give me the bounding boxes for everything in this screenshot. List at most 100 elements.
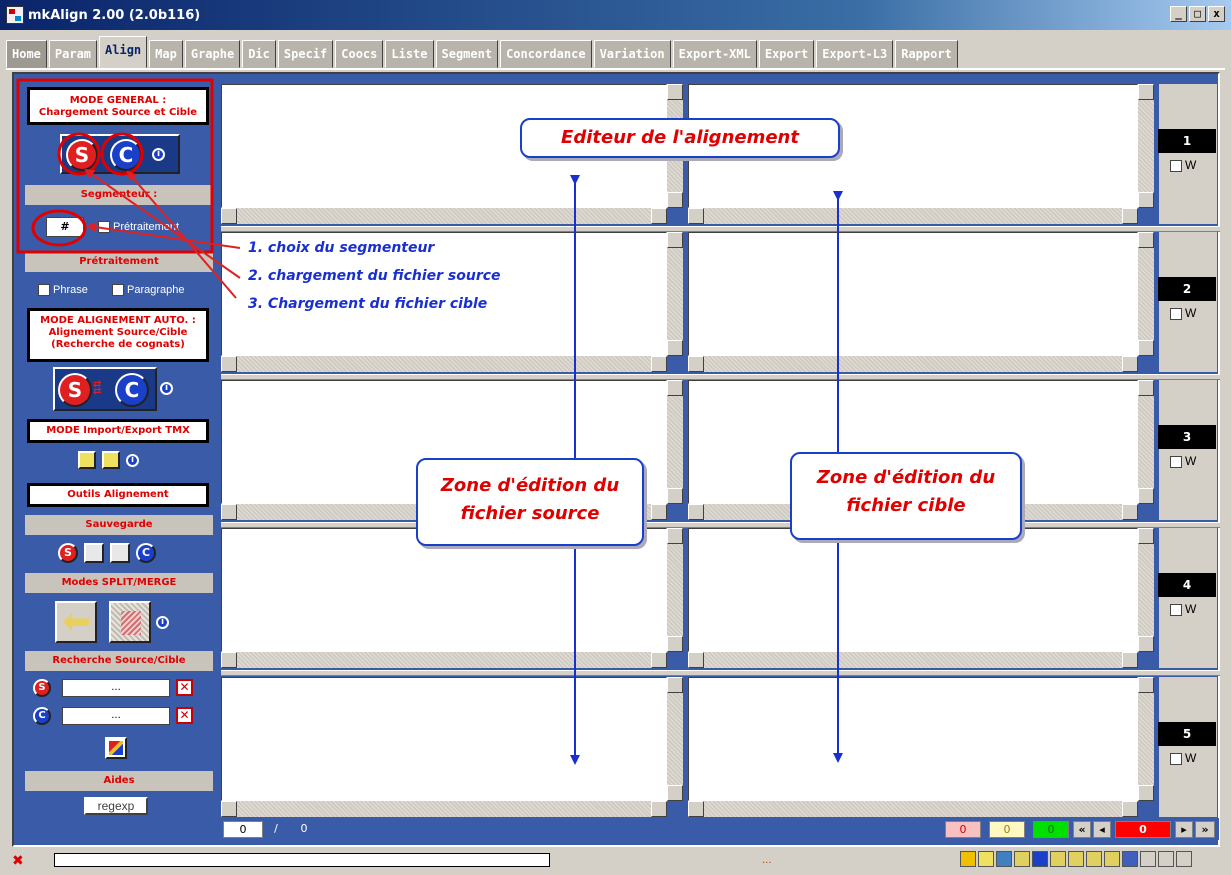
w-checkbox-box[interactable] xyxy=(1170,159,1182,172)
scroll-up-icon[interactable] xyxy=(1138,528,1154,544)
save-edit-icon[interactable] xyxy=(84,543,104,563)
paragraphe-checkbox-box[interactable] xyxy=(112,284,124,297)
scroll-down-icon[interactable] xyxy=(1138,192,1154,208)
scroll-up-icon[interactable] xyxy=(1138,232,1154,248)
scroll-right-icon[interactable] xyxy=(1122,801,1138,817)
paragraphe-checkbox[interactable]: Paragraphe xyxy=(112,284,185,297)
tab-export-xml[interactable]: Export-XML xyxy=(672,40,757,68)
globe-icon[interactable] xyxy=(1032,851,1048,867)
close-button[interactable]: x xyxy=(1208,6,1225,22)
save-target-button[interactable]: C xyxy=(136,543,156,563)
tab-param[interactable]: Param xyxy=(48,40,98,68)
tab-graphe[interactable]: Graphe xyxy=(184,40,241,68)
tab-segment[interactable]: Segment xyxy=(435,40,499,68)
target-vertical-scrollbar-2[interactable] xyxy=(1138,232,1154,356)
add-icon[interactable] xyxy=(960,851,976,867)
load-source-button[interactable]: S xyxy=(66,139,98,171)
scroll-down-icon[interactable] xyxy=(667,636,683,652)
tab-variation[interactable]: Variation xyxy=(593,40,671,68)
title-bar[interactable]: mkAlign 2.00 (2.0b116) _ □ x xyxy=(0,0,1231,30)
about-icon[interactable] xyxy=(1158,851,1174,867)
target-editor-4[interactable] xyxy=(688,528,1138,652)
scroll-right-icon[interactable] xyxy=(651,356,667,372)
w-checkbox-box[interactable] xyxy=(1170,307,1182,320)
tab-export[interactable]: Export xyxy=(758,40,815,68)
import-icon[interactable] xyxy=(1068,851,1084,867)
row-w-checkbox[interactable]: W xyxy=(1170,751,1196,765)
clear-source-search-button[interactable]: ✕ xyxy=(176,679,193,696)
scroll-down-icon[interactable] xyxy=(667,340,683,356)
row-w-checkbox[interactable]: W xyxy=(1170,602,1196,616)
scroll-left-icon[interactable] xyxy=(221,652,237,668)
target-vertical-scrollbar-4[interactable] xyxy=(1138,528,1154,652)
scroll-left-icon[interactable] xyxy=(688,356,704,372)
scroll-down-icon[interactable] xyxy=(1138,785,1154,801)
last-segment-button[interactable]: » xyxy=(1195,821,1215,838)
scroll-left-icon[interactable] xyxy=(221,356,237,372)
scroll-right-icon[interactable] xyxy=(1122,208,1138,224)
source-vertical-scrollbar-3[interactable] xyxy=(667,380,683,504)
source-horizontal-scrollbar-4[interactable] xyxy=(221,652,667,668)
current-segment-field[interactable]: 0 xyxy=(223,821,263,838)
source-vertical-scrollbar-2[interactable] xyxy=(667,232,683,356)
scroll-right-icon[interactable] xyxy=(1122,356,1138,372)
scroll-left-icon[interactable] xyxy=(688,208,704,224)
prev-segment-button[interactable]: ◂ xyxy=(1093,821,1111,838)
pretraitement-checkbox[interactable]: Prétraitement xyxy=(98,221,179,234)
scroll-up-icon[interactable] xyxy=(1138,677,1154,693)
scroll-left-icon[interactable] xyxy=(221,801,237,817)
source-editor-5[interactable] xyxy=(221,677,667,801)
source-horizontal-scrollbar-3[interactable] xyxy=(221,504,667,520)
source-vertical-scrollbar-5[interactable] xyxy=(667,677,683,801)
maximize-button[interactable]: □ xyxy=(1189,6,1206,22)
row-w-checkbox[interactable]: W xyxy=(1170,306,1196,320)
load-target-button[interactable]: C xyxy=(110,139,142,171)
row-w-checkbox[interactable]: W xyxy=(1170,158,1196,172)
tab-map[interactable]: Map xyxy=(149,40,183,68)
source-horizontal-scrollbar-5[interactable] xyxy=(221,801,667,817)
scroll-down-icon[interactable] xyxy=(667,488,683,504)
source-editor-1[interactable] xyxy=(221,84,667,208)
tmx-import-icon[interactable] xyxy=(78,451,96,469)
merge-mode-button[interactable] xyxy=(109,601,151,643)
target-horizontal-scrollbar-1[interactable] xyxy=(688,208,1138,224)
scroll-up-icon[interactable] xyxy=(667,84,683,100)
align-icon[interactable] xyxy=(996,851,1012,867)
scroll-left-icon[interactable] xyxy=(688,652,704,668)
scroll-right-icon[interactable] xyxy=(651,801,667,817)
first-segment-button[interactable]: « xyxy=(1073,821,1091,838)
scroll-up-icon[interactable] xyxy=(667,232,683,248)
scroll-down-icon[interactable] xyxy=(667,785,683,801)
target-editor-1[interactable] xyxy=(688,84,1138,208)
next-segment-button[interactable]: ▸ xyxy=(1175,821,1193,838)
auto-align-button[interactable]: S ⇄ ⇄ C xyxy=(53,367,157,411)
w-checkbox-box[interactable] xyxy=(1170,752,1182,765)
refresh-icon[interactable] xyxy=(1122,851,1138,867)
scroll-left-icon[interactable] xyxy=(221,504,237,520)
source-horizontal-scrollbar-2[interactable] xyxy=(221,356,667,372)
phrase-checkbox-box[interactable] xyxy=(38,284,50,297)
pretraitement-checkbox-box[interactable] xyxy=(98,221,110,234)
scroll-right-icon[interactable] xyxy=(1122,504,1138,520)
tab-export-l3[interactable]: Export-L3 xyxy=(816,40,894,68)
scroll-right-icon[interactable] xyxy=(651,652,667,668)
scroll-up-icon[interactable] xyxy=(667,528,683,544)
source-horizontal-scrollbar-1[interactable] xyxy=(221,208,667,224)
tool-icon[interactable] xyxy=(978,851,994,867)
tab-liste[interactable]: Liste xyxy=(385,40,434,68)
target-horizontal-scrollbar-3[interactable] xyxy=(688,504,1138,520)
clear-target-search-button[interactable]: ✕ xyxy=(176,707,193,724)
scroll-up-icon[interactable] xyxy=(667,380,683,396)
row-splitter[interactable] xyxy=(221,670,1220,676)
scroll-left-icon[interactable] xyxy=(688,801,704,817)
tmx-info-icon[interactable]: i xyxy=(126,454,139,467)
target-editor-5[interactable] xyxy=(688,677,1138,801)
w-checkbox-box[interactable] xyxy=(1170,603,1182,616)
minimize-button[interactable]: _ xyxy=(1170,6,1187,22)
auto-align-info-icon[interactable]: i xyxy=(160,382,173,395)
target-horizontal-scrollbar-4[interactable] xyxy=(688,652,1138,668)
target-horizontal-scrollbar-5[interactable] xyxy=(688,801,1138,817)
scroll-right-icon[interactable] xyxy=(1122,652,1138,668)
tab-dic[interactable]: Dic xyxy=(242,40,276,68)
target-vertical-scrollbar-3[interactable] xyxy=(1138,380,1154,504)
